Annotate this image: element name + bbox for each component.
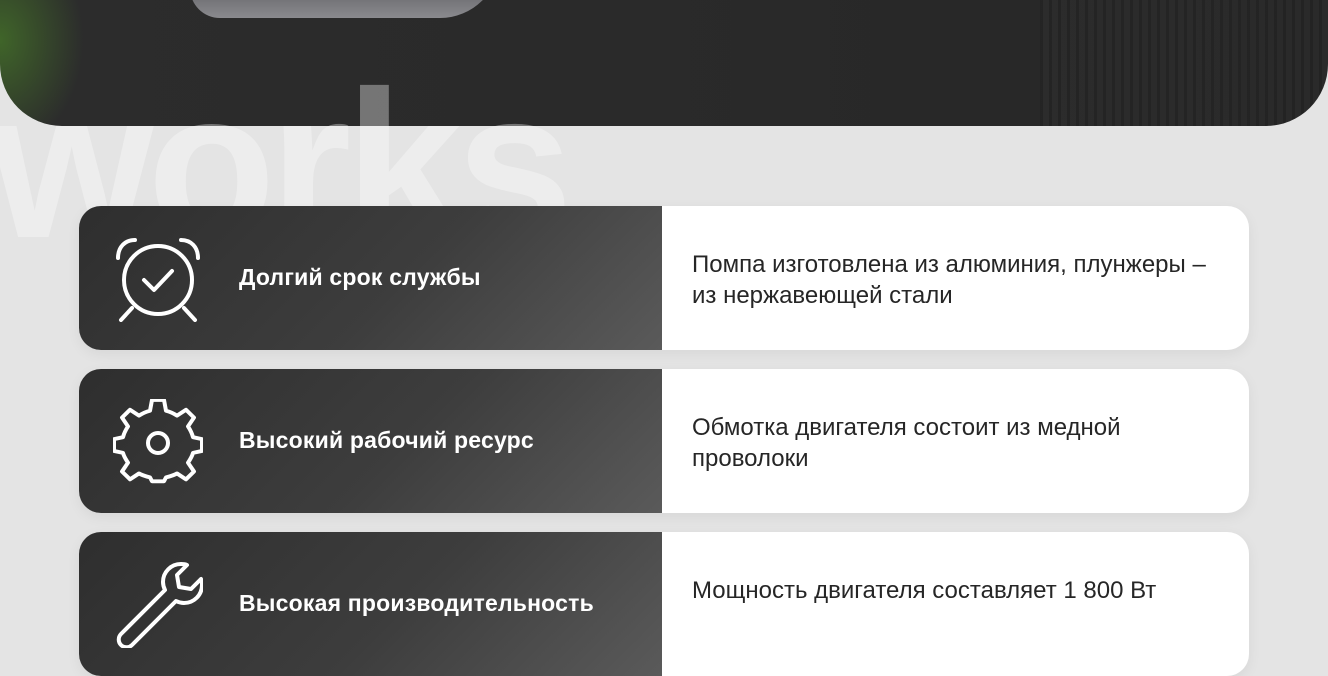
feature-title: Долгий срок службы bbox=[239, 264, 481, 290]
feature-card: Высокая производительность Мощность двиг… bbox=[79, 532, 1249, 676]
feature-title: Высокая производительность bbox=[239, 590, 594, 616]
feature-card: Долгий срок службы Помпа изготовлена из … bbox=[79, 206, 1249, 350]
feature-description: Обмотка двигателя состоит из медной пров… bbox=[692, 414, 1121, 472]
feature-card: Высокий рабочий ресурс Обмотка двигателя… bbox=[79, 369, 1249, 513]
feature-card-header: Высокая производительность bbox=[79, 532, 662, 676]
feature-title: Высокий рабочий ресурс bbox=[239, 427, 534, 453]
hero-texture bbox=[1040, 0, 1328, 126]
feature-card-header: Долгий срок службы bbox=[79, 206, 662, 350]
alarm-clock-check-icon bbox=[113, 236, 203, 322]
wrench-icon bbox=[113, 562, 203, 648]
gear-icon bbox=[113, 399, 203, 485]
feature-description: Мощность двигателя составляет 1 800 Вт bbox=[692, 577, 1157, 604]
feature-card-header: Высокий рабочий ресурс bbox=[79, 369, 662, 513]
feature-description: Помпа изготовлена из алюминия, плунжеры … bbox=[692, 251, 1206, 309]
product-image bbox=[190, 0, 500, 18]
